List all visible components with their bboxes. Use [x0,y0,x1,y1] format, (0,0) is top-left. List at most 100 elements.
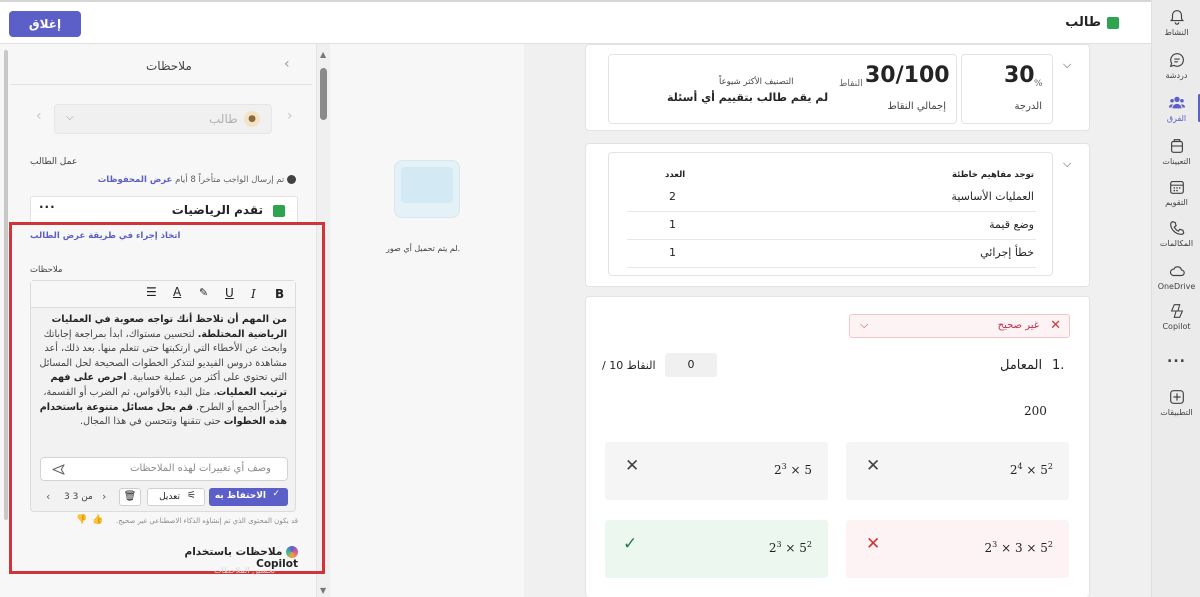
assignments-icon [1170,139,1183,153]
rail-more[interactable]: ... [1152,350,1200,366]
student-app-icon [1107,17,1119,29]
question-title: المعامل [1000,358,1043,373]
close-button[interactable]: إغلاق [9,11,81,37]
format-toolbar: B I U ✎ A ☰ [31,281,295,308]
rail-onedrive[interactable]: OneDrive [1152,262,1200,291]
improve-notes-link[interactable]: تحسين الملاحظات [214,566,275,575]
rail-chat[interactable]: دردشة [1152,51,1200,80]
grade-label: الدرجة [1014,101,1042,112]
x-icon: ✕ [1050,318,1061,333]
highlighter-icon[interactable]: ✎ [199,286,208,299]
misconception-name: وضع قيمة [989,218,1034,231]
copilot-notes-title: ملاحظات باستخدام Copilot [184,546,298,570]
thumbs-up-icon[interactable]: 👍 [92,515,103,525]
phone-icon [1169,221,1184,235]
change-request-placeholder: وصف أي تغييرات لهذه الملاحظات [130,463,271,474]
misconception-count: 1 [669,218,676,231]
send-icon[interactable] [52,463,65,476]
answer-option-correct[interactable]: ✓ 23 × 52 [605,520,828,578]
divider [10,84,312,85]
ai-disclaimer: قد يكون المحتوى الذي تم إنشاؤه الذكاء ال… [116,517,298,525]
prev-student-icon[interactable]: ‹ [36,108,42,124]
copilot-icon [1170,304,1183,318]
view-history-link[interactable]: عرض المحفوظات [98,175,173,185]
misconceptions-table: توجد مفاهيم خاطئة العدد العمليات الأساسي… [608,152,1053,276]
checkmark-icon: ✓ [272,489,280,499]
score-total: / 10 النقاط [602,359,656,372]
row-divider [627,267,1036,268]
row-divider [627,239,1036,240]
score-collapse-chevron-icon[interactable]: ⌵ [1063,58,1071,72]
grade-tile: 30 % الدرجة [961,54,1053,124]
work-item-card[interactable]: ··· تقدم الرياضيات [30,196,298,224]
points-tile: 30/100 النقاط إجمالي النقاط التصنيف الأك… [608,54,957,124]
main-scrollbar[interactable] [1140,44,1150,597]
misconceptions-header: توجد مفاهيم خاطئة [951,170,1034,180]
points-value: 30/100 [865,63,950,88]
checkmark-icon: ✓ [623,534,638,554]
pager-next-icon[interactable]: › [102,490,106,503]
rail-calls[interactable]: المكالمات [1152,219,1200,248]
delete-button[interactable]: 🗑 [119,488,141,506]
work-item-title: تقدم الرياضيات [171,203,263,217]
bold-icon[interactable]: B [275,287,284,301]
scroll-thumb[interactable] [320,68,327,120]
rail-teams[interactable]: الفرق [1152,94,1200,123]
question-prompt: 200 [1024,404,1047,418]
list-icon[interactable]: ☰ [146,285,157,299]
student-select[interactable]: ⌵ طالب ● [54,104,272,134]
answer-option[interactable]: ✕ 24 × 52 [846,442,1069,500]
font-color-icon[interactable]: A [173,285,181,299]
image-placeholder-icon [394,160,460,218]
more-options-icon[interactable]: ··· [39,200,56,214]
student-title: طالب [1065,15,1101,30]
question-number: 1. [1052,358,1065,373]
points-label: إجمالي النقاط [887,101,946,112]
rail-activity[interactable]: النشاط [1152,8,1200,37]
take-action-link[interactable]: اتخاذ إجراء في طريقة عرض الطالب [30,231,180,241]
rail-calendar[interactable]: التقويم [1152,178,1200,207]
status-chevron-icon: ⌵ [860,318,869,331]
panel-scroll-edge [4,50,8,520]
trash-icon: 🗑 [123,491,137,502]
chat-icon [1169,53,1184,68]
grade-value: 30 [1004,63,1035,88]
scroll-up-icon[interactable]: ▲ [320,50,326,59]
math-progress-icon [273,205,285,217]
thumbs-down-icon[interactable]: 👎 [76,515,87,525]
teams-icon [1168,96,1185,109]
italic-icon[interactable]: I [251,287,256,301]
scroll-down-icon[interactable]: ▼ [320,586,326,595]
row-divider [627,211,1036,212]
bell-icon [1169,10,1184,25]
keep-button[interactable]: ✓ الاحتفاظ به [209,488,288,506]
grade-unit: % [1034,79,1043,89]
option-expression: 23 × 52 [768,540,812,555]
next-student-icon[interactable]: › [287,108,293,124]
pager-prev-icon[interactable]: ‹ [46,490,50,503]
score-input[interactable]: 0 [665,353,717,377]
notes-label: ملاحظات [30,265,63,275]
sliders-icon: ⚟ [187,490,196,501]
top-header: إغلاق طالب [0,0,1151,44]
answer-option-selected[interactable]: ✕ 23 × 3 × 52 [846,520,1069,578]
late-notice: تم إرسال الواجب متأخراً 8 أيام عرض المحف… [0,175,296,189]
no-images-text: لم يتم تحميل أي صور. [386,244,461,253]
misconceptions-chevron-icon[interactable]: ⌵ [1063,157,1071,171]
change-request-input[interactable]: وصف أي تغييرات لهذه الملاحظات [40,457,288,481]
status-badge[interactable]: ✕ غير صحيح ⌵ [849,314,1070,338]
chevron-left-icon[interactable]: ‹ [284,56,290,72]
rail-apps[interactable]: التطبيقات [1152,388,1200,417]
points-unit: النقاط [839,79,863,89]
feedback-text[interactable]: من المهم أن تلاحظ أنك تواجه صعوبة في الع… [37,313,287,430]
calendar-icon [1169,181,1184,194]
underline-icon[interactable]: U [225,286,234,300]
count-header: العدد [665,170,686,180]
answer-option[interactable]: ✕ 23 × 5 [605,442,828,500]
app-rail: النشاط دردشة الفرق التعيينات التقويم الم… [1151,0,1200,597]
edit-button[interactable]: ⚟ تعديل [147,488,205,506]
rail-copilot[interactable]: Copilot [1152,302,1200,331]
cloud-icon [1169,266,1185,277]
rail-assignments[interactable]: التعيينات [1152,137,1200,166]
student-images-area [330,44,524,597]
